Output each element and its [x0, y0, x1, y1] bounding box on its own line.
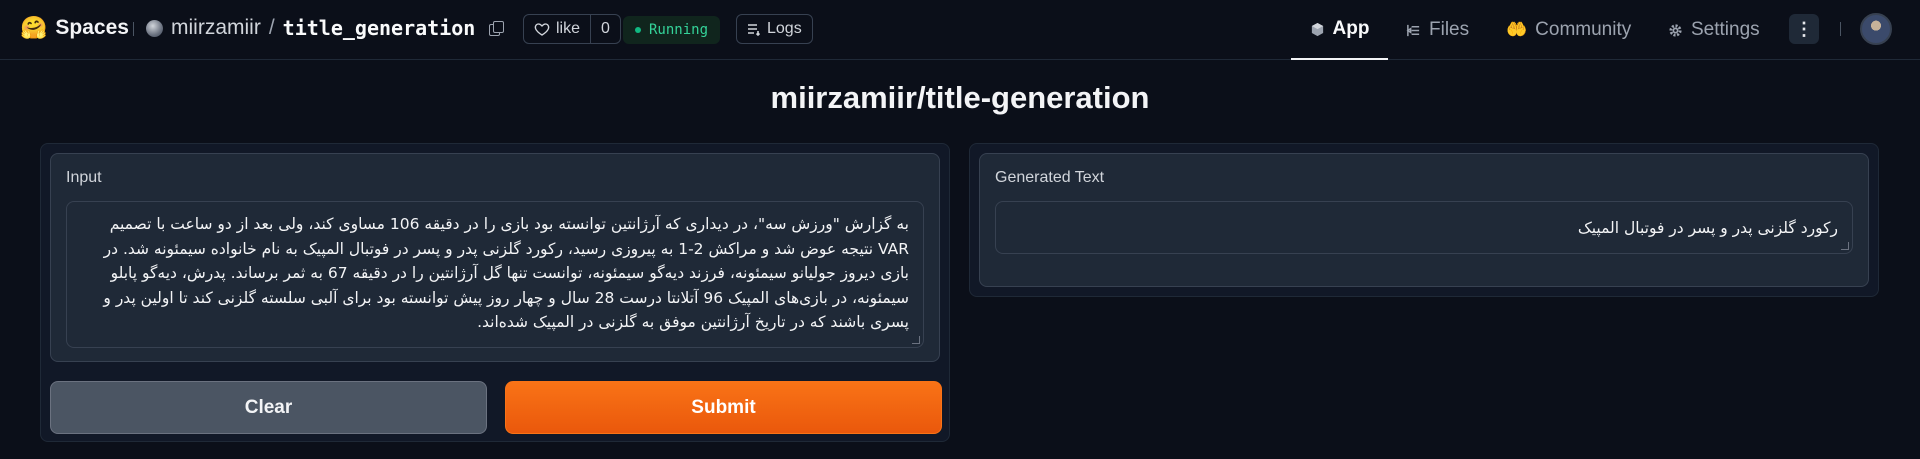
brand-label: Spaces [55, 16, 129, 39]
more-options-button[interactable]: ⋮ [1789, 14, 1819, 44]
hugging-face-logo-icon: 🤗 [20, 15, 48, 40]
resize-handle-icon[interactable] [912, 336, 920, 344]
input-panel: Input به گزارش "ورزش سه"، در دیداری که آ… [40, 143, 950, 442]
logs-button[interactable]: Logs [736, 14, 813, 44]
status-badge[interactable]: Running [623, 16, 721, 44]
gear-icon [1669, 23, 1682, 37]
repo-name-link[interactable]: title_generation [283, 16, 476, 40]
status-label: Running [649, 22, 709, 38]
output-label: Generated Text [995, 169, 1105, 186]
tab-settings[interactable]: Settings [1668, 0, 1760, 60]
files-icon [1406, 24, 1420, 36]
logs-label: Logs [767, 20, 802, 37]
like-label: like [556, 20, 581, 37]
copy-icon[interactable] [489, 21, 505, 36]
repo-owner-link[interactable]: miirzamiir [171, 16, 261, 40]
tab-files[interactable]: Files [1406, 0, 1469, 60]
user-avatar[interactable] [1860, 13, 1892, 45]
like-button[interactable]: like [524, 15, 590, 43]
divider [1840, 22, 1841, 36]
logs-icon [748, 24, 761, 36]
input-block: Input به گزارش "ورزش سه"، در دیداری که آ… [50, 153, 940, 362]
page-title: miirzamiir/title-generation [770, 80, 1150, 115]
repo-breadcrumb: miirzamiir / title_generation [146, 16, 505, 40]
tab-app[interactable]: App [1291, 0, 1388, 60]
clear-button[interactable]: Clear [50, 381, 487, 434]
top-navigation-bar: 🤗 Spaces miirzamiir / title_generation l… [0, 0, 1920, 60]
tab-community[interactable]: 🤲 Community [1506, 0, 1631, 60]
tab-files-label: Files [1429, 19, 1470, 40]
resize-handle-icon[interactable] [1841, 242, 1849, 250]
owner-avatar-icon[interactable] [146, 19, 163, 37]
input-textarea[interactable]: به گزارش "ورزش سه"، در دیداری که آرژانتی… [66, 201, 924, 348]
input-text: به گزارش "ورزش سه"، در دیداری که آرژانتی… [103, 215, 909, 331]
cube-icon [1311, 22, 1323, 36]
status-dot-icon [635, 27, 641, 33]
divider [133, 22, 134, 36]
spaces-brand-link[interactable]: 🤗 Spaces [20, 16, 129, 40]
like-count[interactable]: 0 [590, 15, 620, 43]
tab-settings-label: Settings [1691, 19, 1760, 40]
community-hands-icon: 🤲 [1506, 20, 1528, 39]
breadcrumb-separator: / [268, 16, 275, 39]
submit-button[interactable]: Submit [505, 381, 942, 434]
more-vertical-icon: ⋮ [1795, 18, 1813, 39]
like-button-group: like 0 [523, 14, 621, 44]
output-block: Generated Text رکورد گلزنی پدر و پسر در … [979, 153, 1869, 287]
generated-text: رکورد گلزنی پدر و پسر در فوتبال المپیک [1577, 219, 1838, 237]
tab-community-label: Community [1535, 19, 1632, 40]
input-label: Input [66, 169, 102, 186]
generated-text-output[interactable]: رکورد گلزنی پدر و پسر در فوتبال المپیک [995, 201, 1853, 254]
heart-icon [534, 23, 550, 36]
output-panel: Generated Text رکورد گلزنی پدر و پسر در … [969, 143, 1879, 297]
tab-app-label: App [1332, 18, 1370, 39]
